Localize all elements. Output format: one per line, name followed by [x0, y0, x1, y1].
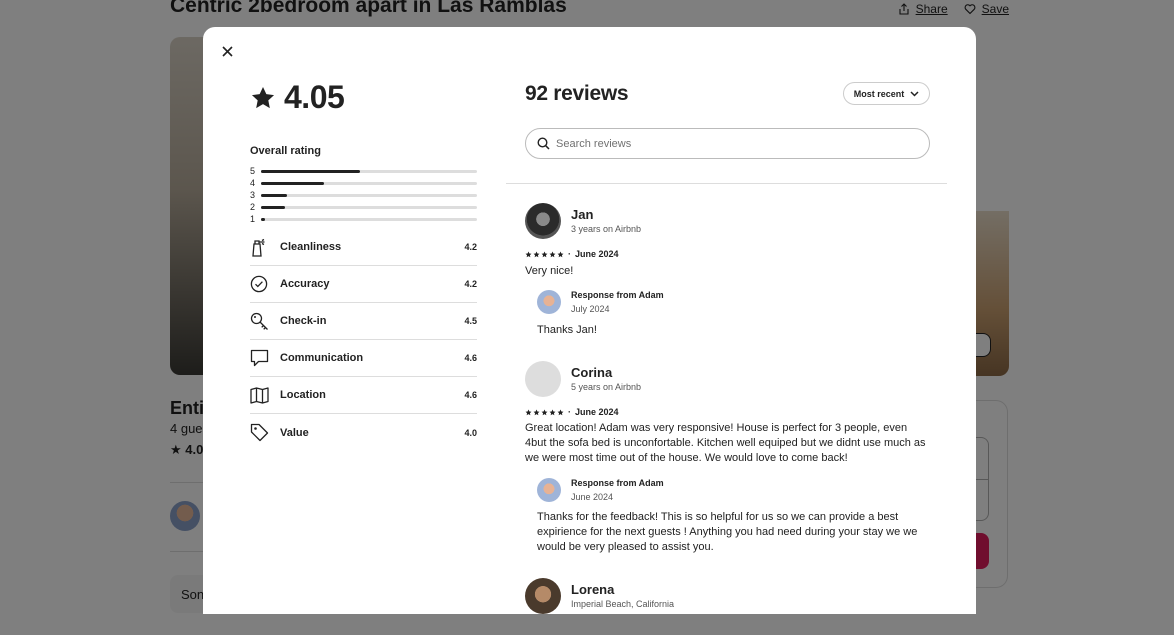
category-check-in-row: Check-in 4.5: [250, 303, 477, 340]
cleaning-spray-icon: [250, 237, 280, 257]
overall-rating-label: Overall rating: [250, 145, 321, 157]
category-label: Cleanliness: [280, 241, 342, 253]
category-ratings: Cleanliness 4.2 Accuracy 4.2 Check-in 4.5 Comm…: [250, 229, 477, 451]
distribution-track: [261, 181, 477, 185]
distribution-fill: [261, 169, 361, 173]
category-value: 4.2: [464, 242, 477, 252]
host-avatar[interactable]: [537, 478, 561, 502]
review-date: June 2024: [575, 407, 619, 417]
review-rating-line: · June 2024: [525, 249, 619, 259]
rating-distribution-row: 1: [250, 213, 477, 225]
sort-label: Most recent: [853, 88, 905, 99]
star-level: 2: [250, 202, 256, 212]
distribution-track: [261, 217, 477, 221]
category-value: 4.6: [464, 353, 477, 363]
separator-dot: ·: [568, 249, 571, 259]
rating-value: 4.05: [284, 79, 345, 115]
reviewer-meta: 3 years on Airbnb: [571, 224, 642, 234]
rating-distribution-row: 3: [250, 189, 477, 201]
review-text: Great location! Adam was very responsive…: [525, 422, 926, 464]
response-date: July 2024: [571, 304, 610, 314]
star-icon: [251, 86, 275, 108]
category-cleanliness-row: Cleanliness 4.2: [250, 229, 477, 266]
category-label: Check-in: [280, 315, 327, 327]
reviewer-name: Corina: [571, 365, 613, 380]
response-text: Thanks Jan!: [537, 324, 597, 336]
reviewer-name: Jan: [571, 207, 594, 222]
sort-dropdown[interactable]: Most recent: [843, 82, 930, 105]
reviewer-avatar[interactable]: [525, 578, 561, 614]
category-value-row: Value 4.0: [250, 414, 477, 451]
reviewer-meta: 5 years on Airbnb: [571, 382, 642, 392]
divider: [506, 183, 947, 184]
review-text: Very nice!: [525, 265, 574, 277]
star-level: 4: [250, 178, 256, 188]
rating-distribution-row: 2: [250, 201, 477, 213]
category-label: Accuracy: [280, 278, 330, 290]
category-accuracy-row: Accuracy 4.2: [250, 266, 477, 303]
overall-rating: 4.05: [250, 79, 345, 116]
category-location-row: Location 4.6: [250, 377, 477, 414]
search-icon: [537, 137, 550, 150]
review-rating-line: · June 2024: [525, 407, 619, 417]
category-communication-row: Communication 4.6: [250, 340, 477, 377]
close-icon: [221, 45, 233, 57]
host-avatar[interactable]: [537, 290, 561, 314]
map-icon: [250, 385, 280, 405]
chat-bubble-icon: [250, 348, 280, 368]
five-stars-icon: [525, 251, 564, 258]
key-icon: [250, 311, 280, 331]
response-from: Response from Adam: [571, 478, 664, 488]
response-from: Response from Adam: [571, 290, 664, 300]
response-text: Thanks for the feedback! This is so help…: [537, 511, 918, 553]
distribution-fill: [261, 205, 285, 209]
category-label: Communication: [280, 352, 364, 364]
category-label: Value: [280, 426, 309, 439]
distribution-track: [261, 169, 477, 173]
five-stars-icon: [525, 409, 564, 416]
reviewer-avatar[interactable]: [525, 361, 561, 397]
review-date: June 2024: [575, 249, 619, 259]
category-value: 4.6: [464, 390, 477, 400]
distribution-fill: [261, 217, 266, 221]
distribution-fill: [261, 181, 324, 185]
tag-icon: [250, 423, 280, 443]
star-level: 1: [250, 214, 256, 224]
rating-distribution: 5 4 3 2 1: [250, 165, 477, 225]
search-reviews-input[interactable]: [556, 137, 896, 150]
star-level: 3: [250, 190, 256, 200]
rating-distribution-row: 5: [250, 165, 477, 177]
category-label: Location: [280, 389, 326, 401]
category-value: 4.2: [464, 279, 477, 289]
star-level: 5: [250, 166, 256, 176]
search-reviews-field[interactable]: [525, 128, 930, 159]
check-circle-icon: [250, 274, 280, 294]
category-value: 4.0: [464, 427, 477, 438]
separator-dot: ·: [568, 407, 571, 417]
reviews-count: 92 reviews: [525, 82, 629, 105]
reviews-modal: 4.05 Overall rating 5 4 3 2 1 Cleanliness 4.2…: [203, 27, 976, 614]
distribution-fill: [261, 193, 287, 197]
reviewer-meta: Imperial Beach, California: [571, 599, 675, 609]
close-button[interactable]: [217, 41, 237, 61]
reviewer-avatar[interactable]: [525, 203, 561, 239]
response-date: June 2024: [571, 492, 614, 502]
rating-distribution-row: 4: [250, 177, 477, 189]
distribution-track: [261, 205, 477, 209]
category-value: 4.5: [464, 316, 477, 326]
distribution-track: [261, 193, 477, 197]
chevron-down-icon: [910, 90, 919, 97]
reviewer-name: Lorena: [571, 582, 615, 597]
